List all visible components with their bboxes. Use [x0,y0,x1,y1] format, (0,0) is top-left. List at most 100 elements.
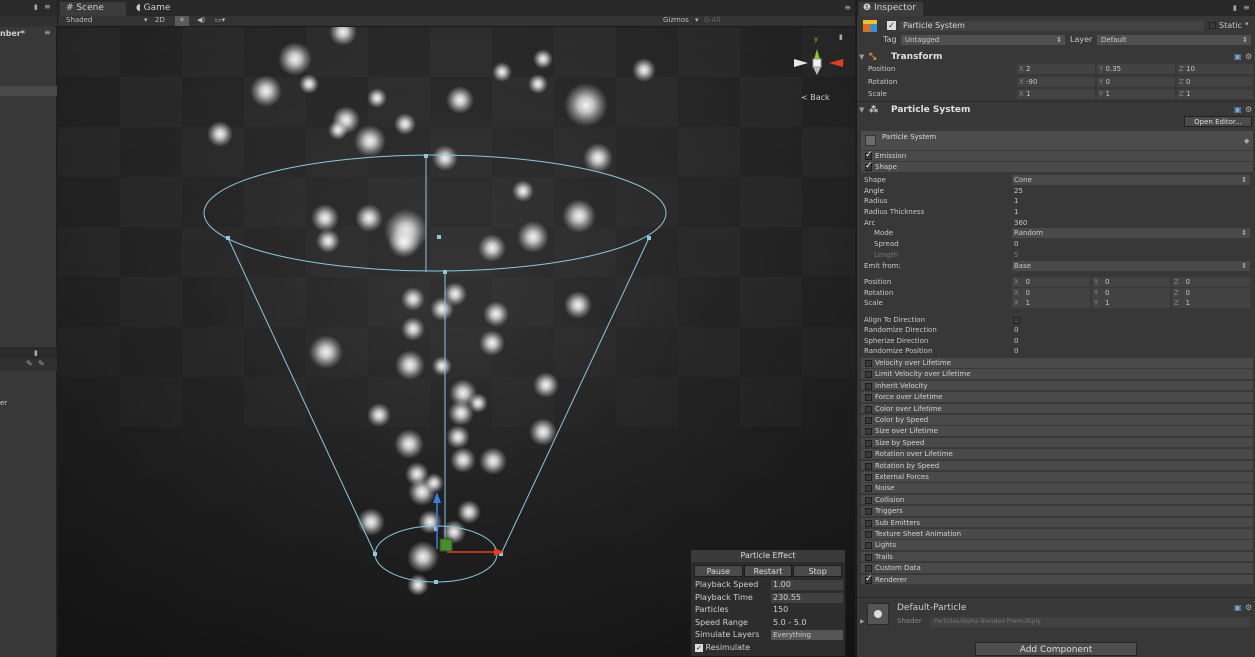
simulate-layers-dropdown[interactable]: Everything [771,630,843,640]
help-icon[interactable]: ▣ [1234,103,1242,117]
scene-search-input[interactable]: G·All [704,16,844,26]
foldout-arrow-icon[interactable]: ▼ [859,103,864,117]
add-module-icon[interactable]: ◆ [1244,137,1249,145]
module-renderer[interactable]: Renderer [861,574,1253,586]
tab-inspector[interactable]: ❶ Inspector [859,2,923,16]
tab-scene[interactable]: # Scene [60,2,126,16]
effects-toggle-icon[interactable]: ▭▾ [215,16,225,24]
module-checkbox[interactable] [865,485,872,493]
object-name-field[interactable]: Particle System [899,21,1204,31]
y-field[interactable]: Y 1 [1097,89,1175,99]
y-field[interactable]: Y 0.35 [1097,64,1175,74]
z-field[interactable]: Z 0 [1172,277,1250,287]
module-checkbox[interactable] [865,542,872,550]
playback-time-field[interactable]: 230.55 [771,592,843,603]
module-trails[interactable]: Trails [861,551,1253,563]
y-field[interactable]: Y 1 [1092,298,1170,308]
module-color-by-speed[interactable]: Color by Speed [861,415,1253,426]
audio-toggle-icon[interactable]: ◀) [197,16,205,24]
view-direction-label[interactable]: < Back [801,93,830,102]
module-checkbox[interactable] [865,565,872,573]
selected-hierarchy-item[interactable] [0,86,57,96]
panel-menu-icon[interactable]: ≡ [44,28,51,37]
hierarchy-search-bar[interactable] [0,16,57,27]
module-emission[interactable]: Emission [861,150,1253,162]
add-component-button[interactable]: Add Component [975,642,1137,656]
shape-row-dropdown[interactable]: Random ⇕ [1012,228,1250,238]
module-checkbox[interactable] [865,394,872,402]
x-field[interactable]: X 0 [1012,277,1090,287]
module-checkbox[interactable] [865,474,872,481]
tag-dropdown[interactable]: Untagged ⇕ [901,35,1065,45]
shape-row-field[interactable]: 5 [1012,250,1250,260]
module-texture-sheet-animation[interactable]: Texture Sheet Animation [861,529,1253,540]
tab-game[interactable]: ◖ Game [130,2,176,16]
shape-row-field[interactable]: 25 [1012,186,1250,196]
gear-icon[interactable]: ⚙ [1245,603,1252,612]
help-icon[interactable]: ▣ [1234,603,1242,612]
module-checkbox[interactable] [865,574,873,584]
shape-option-field[interactable]: 0 [1012,336,1250,346]
x-field[interactable]: X 2 [1017,64,1095,74]
static-checkbox[interactable] [1209,22,1216,29]
z-field[interactable]: Z 10 [1177,64,1253,74]
shape-row-field[interactable]: 1 [1012,196,1250,206]
x-field[interactable]: X -90 [1017,77,1095,87]
gizmos-dropdown[interactable]: Gizmos [663,16,689,24]
lighting-toggle-icon[interactable]: ☀ [175,16,189,26]
z-field[interactable]: Z 1 [1172,298,1250,308]
module-shape[interactable]: Shape [861,161,1253,173]
module-collision[interactable]: Collision [861,494,1253,506]
2d-toggle[interactable]: 2D [155,16,165,24]
main-module-header[interactable]: Particle System ◆ [861,131,1253,150]
gizmo-lock-icon[interactable]: ▮ [839,33,843,41]
lock-icon[interactable]: ▮ [1233,4,1237,12]
pause-button[interactable]: Pause [694,565,743,577]
dropdown-arrow-icon[interactable]: ▾ [1245,20,1249,28]
module-size-by-speed[interactable]: Size by Speed [861,437,1253,449]
stop-button[interactable]: Stop [793,565,843,577]
layer-dropdown[interactable]: Default ⇕ [1097,35,1251,45]
shape-row-dropdown[interactable]: Base ⇕ [1012,261,1250,271]
module-checkbox[interactable] [865,439,872,447]
shader-dropdown[interactable]: Particles/Alpha Blended Premultiply [930,617,1250,627]
module-sub-emitters[interactable]: Sub Emitters [861,517,1253,529]
shape-row-field[interactable]: 1 [1012,207,1250,217]
transform-header[interactable]: ▼ ⤡ Transform ▣ ⚙ [857,50,1255,64]
y-field[interactable]: Y 0 [1092,288,1170,298]
gear-icon[interactable]: ⚙ [1245,50,1252,64]
filter-icon[interactable]: ✎ [26,359,33,368]
shape-option-field[interactable]: 0 [1012,325,1250,335]
help-icon[interactable]: ▣ [1234,50,1242,64]
z-field[interactable]: Z 0 [1172,288,1250,298]
module-custom-data[interactable]: Custom Data [861,563,1253,574]
module-triggers[interactable]: Triggers [861,506,1253,517]
module-limit-velocity-over-lifetime[interactable]: Limit Velocity over Lifetime [861,369,1253,380]
resimulate-checkbox[interactable]: ✓ [695,643,703,652]
module-checkbox[interactable] [865,519,872,527]
module-lights[interactable]: Lights [861,540,1253,551]
module-checkbox[interactable] [865,382,872,390]
x-field[interactable]: X 1 [1012,298,1090,308]
foldout-arrow-icon[interactable]: ▶ [860,618,865,625]
open-editor-button[interactable]: Open Editor... [1184,116,1252,127]
align-to-direction-checkbox[interactable] [1013,317,1020,324]
active-checkbox[interactable]: ✓ [887,21,896,30]
module-inherit-velocity[interactable]: Inherit Velocity [861,380,1253,392]
emission-checkbox[interactable] [865,150,873,161]
module-force-over-lifetime[interactable]: Force over Lifetime [861,392,1253,403]
module-checkbox[interactable] [865,405,872,413]
restart-button[interactable]: Restart [743,565,793,577]
shape-option-field[interactable]: 0 [1012,346,1250,356]
playback-speed-field[interactable]: 1.00 [771,580,843,590]
module-checkbox[interactable] [865,428,872,436]
foldout-arrow-icon[interactable]: ▼ [859,50,864,64]
y-field[interactable]: Y 0 [1097,77,1175,87]
module-checkbox[interactable] [865,371,872,379]
module-velocity-over-lifetime[interactable]: Velocity over Lifetime [861,358,1253,369]
lock-icon[interactable]: ▮ [34,3,38,11]
z-field[interactable]: Z 1 [1177,89,1253,99]
shading-mode-dropdown[interactable]: Shaded [66,16,92,24]
x-field[interactable]: X 1 [1017,89,1095,99]
module-checkbox[interactable] [865,508,872,516]
